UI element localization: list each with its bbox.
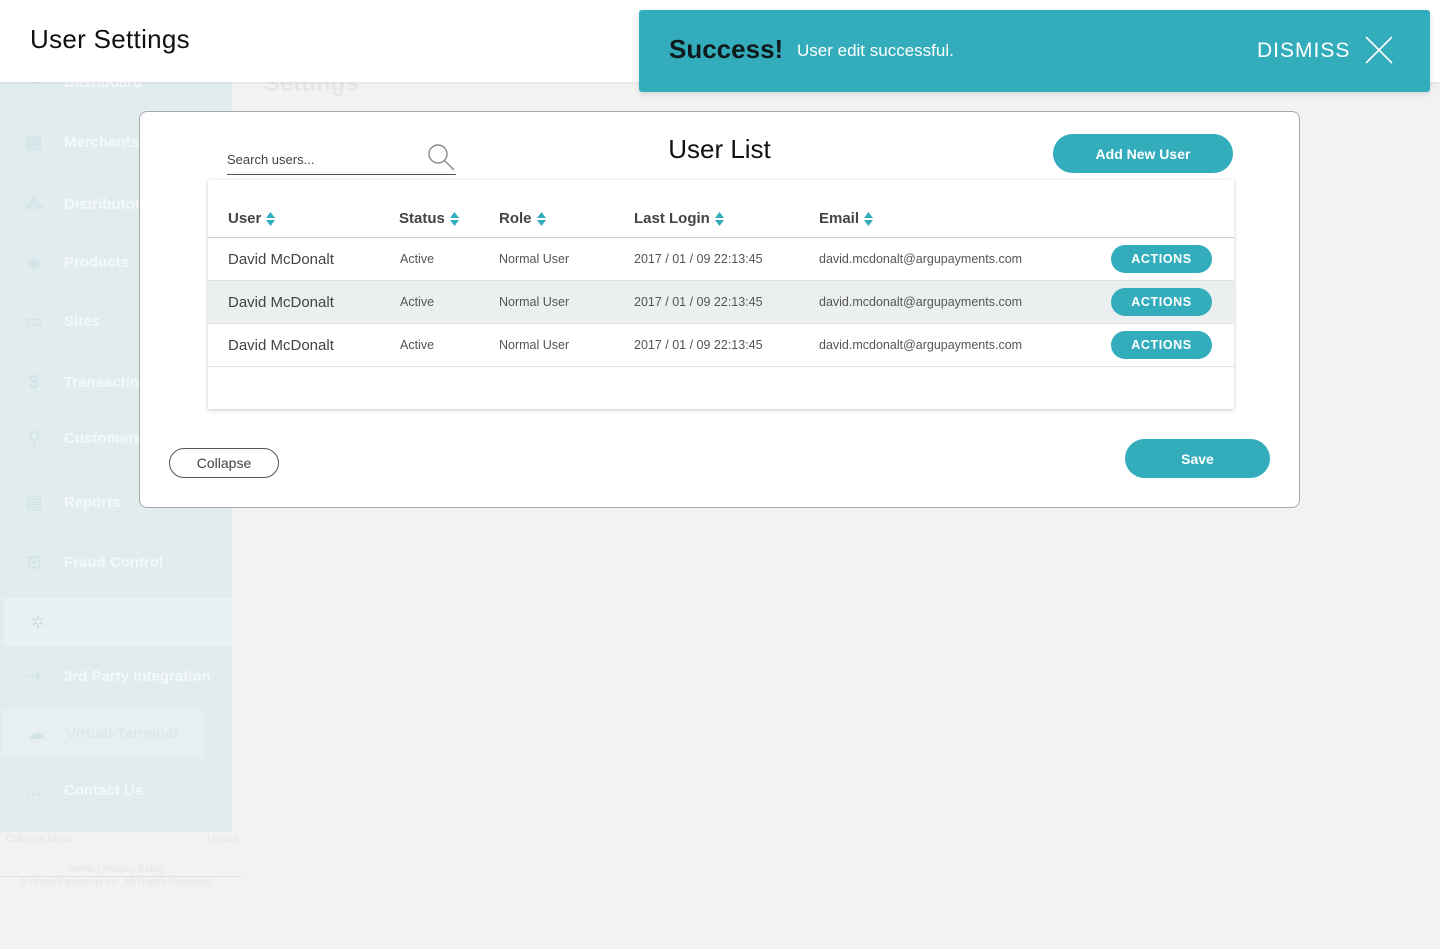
toast-title: Success! (669, 34, 784, 64)
last-login-cell: 2017 / 01 / 09 22:13:45 (634, 295, 763, 309)
actions-button[interactable]: ACTIONS (1111, 245, 1212, 273)
actions-button[interactable]: ACTIONS (1111, 331, 1212, 359)
user-table: User Status Role Last Login Email David … (208, 180, 1234, 409)
sidebar-item-label: Virtual Terminal (66, 724, 178, 742)
last-login-cell: 2017 / 01 / 09 22:13:45 (634, 252, 763, 266)
sort-icon[interactable] (536, 211, 546, 226)
sort-icon[interactable] (714, 211, 724, 226)
actions-button[interactable]: ACTIONS (1111, 288, 1212, 316)
sidebar-item-label: Customers (64, 429, 143, 447)
status-cell: Active (400, 338, 435, 352)
dismiss-button[interactable]: DISMISS (1257, 39, 1350, 63)
role-cell: Normal User (499, 295, 570, 309)
terminal-icon: ☁ (27, 722, 45, 743)
network-icon: ⁂ (24, 193, 44, 214)
user-name-cell: David McDonalt (228, 250, 334, 268)
column-header-email[interactable]: Email (819, 210, 874, 227)
sidebar-item-3rd-party-integration[interactable]: ⇢ 3rd Party Integration (0, 652, 232, 700)
user-name-cell: David McDonalt (228, 336, 334, 354)
sidebar-item-label: Reports (64, 493, 121, 511)
lock-icon: ⊡ (26, 551, 42, 572)
store-icon: ▦ (25, 131, 43, 152)
sort-icon[interactable] (266, 211, 276, 226)
save-button[interactable]: Save (1125, 439, 1270, 478)
sort-icon[interactable] (449, 211, 459, 226)
collapse-button[interactable]: Collapse (169, 448, 279, 478)
sidebar-item-label: Merchants (64, 133, 140, 151)
column-label: User (228, 210, 262, 227)
user-list-panel: User List Add New User User Status Role … (139, 111, 1300, 508)
column-label: Last Login (634, 210, 710, 227)
page-title: User Settings (30, 24, 190, 54)
sidebar-item-label: 3rd Party Integration (64, 667, 211, 685)
email-cell: david.mcdonalt@argupayments.com (819, 295, 1023, 309)
table-row[interactable]: David McDonalt Active Normal User 2017 /… (208, 238, 1234, 281)
collapse-menu-link[interactable]: Collapse Menu (6, 834, 73, 876)
sidebar-item-label: Contact Us (64, 781, 144, 799)
sidebar-item-label: Fraud Control (64, 553, 164, 571)
column-header-role[interactable]: Role (499, 210, 546, 227)
sidebar-item-virtual-terminal[interactable]: ☁ Virtual Terminal (2, 709, 204, 757)
person-icon: ⚲ (27, 427, 41, 448)
table-header: User Status Role Last Login Email (208, 180, 1234, 238)
column-header-status[interactable]: Status (399, 210, 459, 227)
sidebar-item-fraud-control[interactable]: ⊡ Fraud Control (0, 538, 232, 586)
sidebar-item-label: Distributors (64, 195, 150, 213)
sidebar-item-label: Products (64, 253, 130, 271)
close-icon[interactable] (1365, 36, 1393, 64)
gear-icon: ✲ (30, 611, 46, 632)
email-cell: david.mcdonalt@argupayments.com (819, 338, 1023, 352)
sidebar-item-label: Sites (64, 312, 100, 330)
tag-icon: ◈ (27, 251, 41, 272)
table-row[interactable]: David McDonalt Active Normal User 2017 /… (208, 281, 1234, 324)
role-cell: Normal User (499, 338, 570, 352)
sidebar-footer: Collapse Menu Logout Terms | Privacy Pol… (0, 834, 242, 888)
status-cell: Active (400, 295, 435, 309)
table-row[interactable]: David McDonalt Active Normal User 2017 /… (208, 324, 1234, 367)
column-label: Status (399, 210, 445, 227)
dollar-icon: $ (28, 371, 39, 392)
toast-message: User edit successful. (797, 41, 954, 60)
logout-link[interactable]: Logout (207, 834, 238, 876)
column-label: Email (819, 210, 860, 227)
sidebar-item-contact-us[interactable]: … Contact Us (0, 766, 232, 814)
site-icon: ▭ (25, 310, 43, 331)
sort-icon[interactable] (864, 211, 874, 226)
column-header-last-login[interactable]: Last Login (634, 210, 724, 227)
email-cell: david.mcdonalt@argupayments.com (819, 252, 1023, 266)
copyright-text: © Argus Payments Inc. All Rights Reserve… (20, 877, 212, 888)
status-cell: Active (400, 252, 435, 266)
column-label: Role (499, 210, 532, 227)
column-header-user[interactable]: User (228, 210, 276, 227)
document-icon: ▤ (25, 491, 43, 512)
sidebar-item-label: Settings (68, 613, 128, 631)
role-cell: Normal User (499, 252, 570, 266)
sidebar-item-settings[interactable]: ✲ Settings (4, 598, 232, 646)
add-new-user-button[interactable]: Add New User (1053, 134, 1233, 173)
user-name-cell: David McDonalt (228, 293, 334, 311)
success-toast: Success! User edit successful. DISMISS (639, 10, 1430, 92)
integration-icon: ⇢ (26, 665, 42, 686)
chat-icon: … (25, 779, 43, 800)
last-login-cell: 2017 / 01 / 09 22:13:45 (634, 338, 763, 352)
